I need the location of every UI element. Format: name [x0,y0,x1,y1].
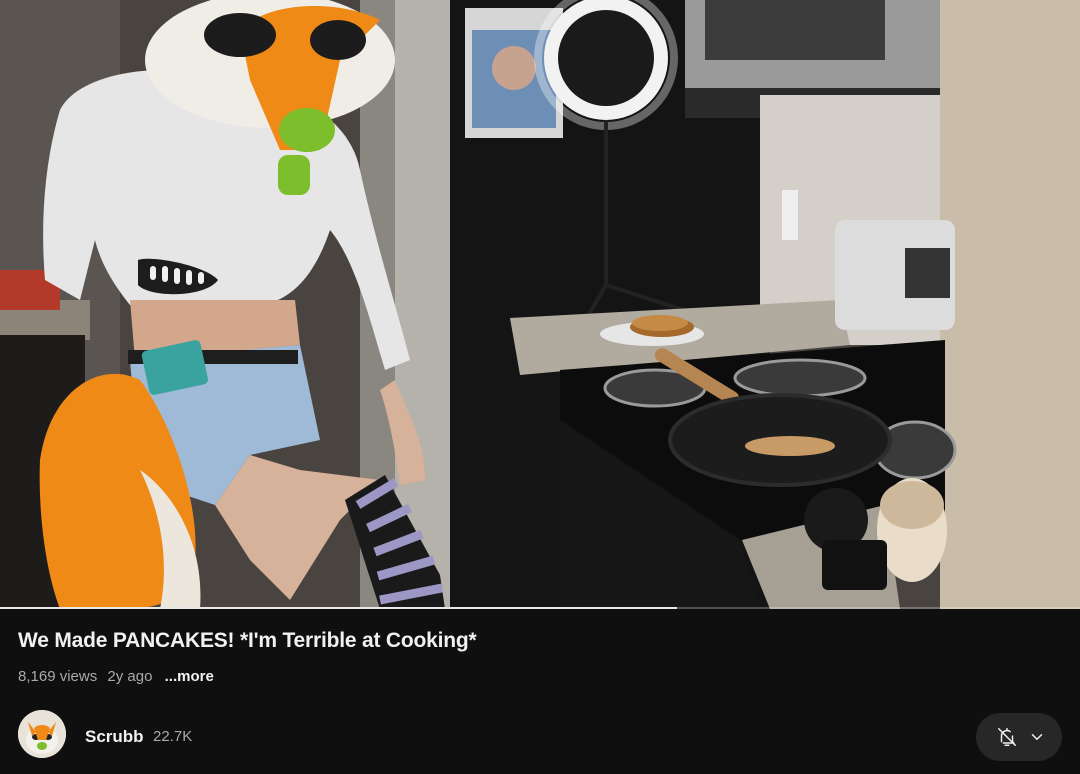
video-title: We Made PANCAKES! *I'm Terrible at Cooki… [18,629,477,652]
progress-bar-fill [0,607,678,609]
video-meta: 8,169 views 2y ago ...more [18,668,220,685]
subscribed-notifications-button[interactable] [976,713,1062,761]
video-info-panel: We Made PANCAKES! *I'm Terrible at Cooki… [0,610,1080,774]
channel-name[interactable]: Scrubb [85,727,144,747]
channel-row: Scrubb 22.7K [18,710,1062,761]
progress-bar[interactable] [0,607,1080,609]
subscriber-count: 22.7K [153,728,193,745]
video-frame [0,0,1080,609]
upload-age: 2y ago [107,668,153,685]
view-count: 8,169 views [18,668,98,685]
chevron-down-icon [1028,728,1046,751]
video-player[interactable] [0,0,1080,609]
bell-off-icon [996,726,1018,753]
more-link[interactable]: ...more [165,668,214,685]
channel-avatar[interactable] [18,710,66,758]
